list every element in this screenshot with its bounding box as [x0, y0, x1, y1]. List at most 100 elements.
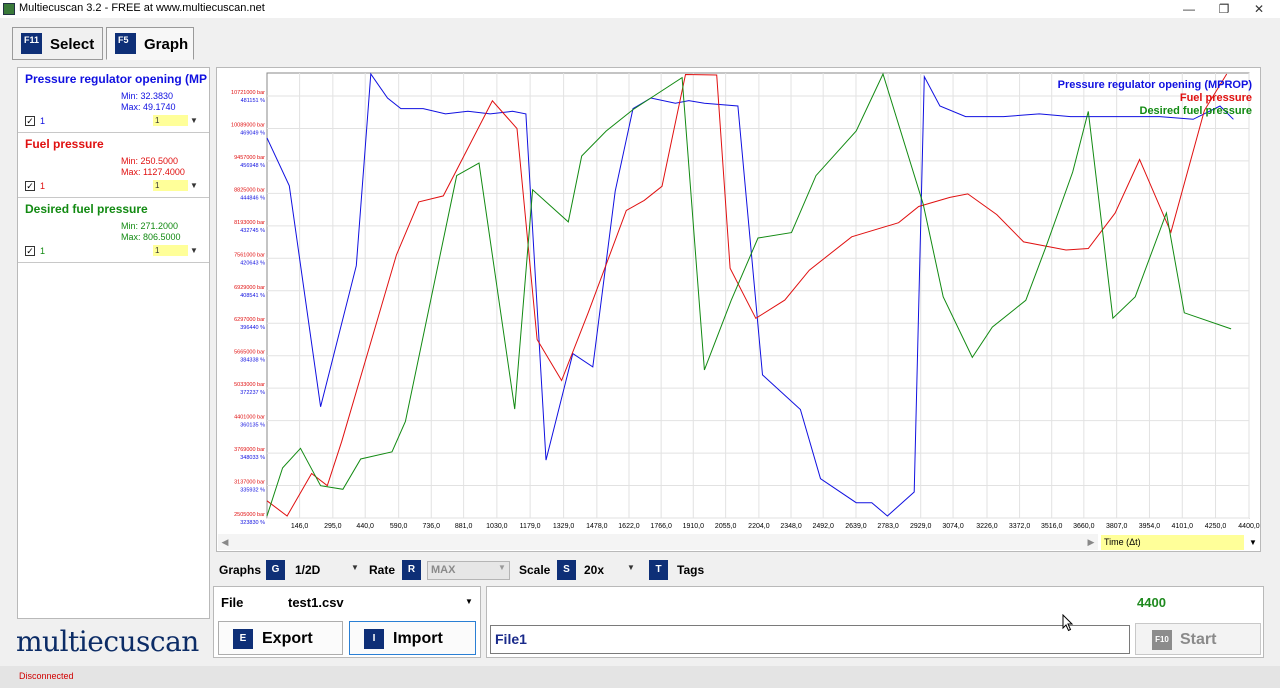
x-tick-label: 4250,0 [1205, 523, 1227, 530]
x-tick-label: 1478,0 [586, 523, 608, 530]
y-tick-label-mprop: 420643 % [240, 260, 265, 266]
x-tick-label: 3226,0 [976, 523, 998, 530]
x-tick-label: 3660,0 [1073, 523, 1095, 530]
x-tick-label: 146,0 [291, 523, 309, 530]
y-tick-label-fuel: 9457000 bar [234, 155, 265, 161]
chevron-down-icon[interactable]: ▼ [188, 245, 200, 256]
x-tick-label: 1910,0 [683, 523, 705, 530]
signal-checkbox[interactable]: ✓ [25, 181, 35, 191]
x-tick-label: 3074,0 [942, 523, 964, 530]
y-tick-label-mprop: 408541 % [240, 293, 265, 299]
x-tick-label: 881,0 [455, 523, 473, 530]
scale-key: S [557, 560, 576, 580]
scroll-left-icon[interactable]: ◀ [218, 534, 232, 550]
import-button[interactable]: I Import [349, 621, 476, 655]
close-button[interactable]: ✕ [1236, 0, 1280, 18]
y-tick-label-mprop: 384338 % [240, 358, 265, 364]
y-tick-label-fuel: 10721000 bar [231, 90, 265, 96]
tab-select[interactable]: F11 Select [12, 27, 103, 60]
signal-scale-select[interactable]: 1 [153, 115, 188, 126]
y-tick-label-fuel: 5033000 bar [234, 382, 265, 388]
x-tick-label: 590,0 [390, 523, 408, 530]
signal-index: 1 [40, 116, 46, 126]
chevron-down-icon[interactable]: ▼ [351, 563, 359, 572]
file-panel: File test1.csv ▼ E Export I Import [213, 586, 481, 658]
y-tick-label-fuel: 4401000 bar [234, 415, 265, 421]
signal-scale-select[interactable]: 1 [153, 180, 188, 191]
chevron-down-icon[interactable]: ▼ [465, 597, 473, 606]
line-chart: 146,0 295,0 440,0 590,0 736,0 881,0 1030,0 1179… [231, 72, 1260, 530]
chevron-down-icon[interactable]: ▼ [627, 563, 635, 572]
y-tick-label-mprop: 481151 % [241, 98, 265, 104]
y-tick-label-fuel: 3769000 bar [234, 447, 265, 453]
signal-item-fuel-pressure[interactable]: Fuel pressure Min: 250.5000 Max: 1127.40… [18, 133, 209, 198]
export-button[interactable]: E Export [218, 621, 343, 655]
horizontal-scrollbar[interactable]: ◀ ▶ [218, 534, 1098, 550]
export-label: Export [262, 630, 313, 647]
signal-checkbox[interactable]: ✓ [25, 246, 35, 256]
y-tick-label-fuel: 6297000 bar [234, 317, 265, 323]
y-tick-label-mprop: 396440 % [240, 325, 265, 331]
signal-index: 1 [40, 246, 46, 256]
rate-key: R [402, 560, 421, 580]
y-tick-label-fuel: 8193000 bar [234, 220, 265, 226]
x-tick-label: 4101,0 [1172, 523, 1194, 530]
signal-checkbox[interactable]: ✓ [25, 116, 35, 126]
graph-panel[interactable]: 146,0 295,0 440,0 590,0 736,0 881,0 1030,0 1179… [216, 67, 1261, 552]
x-tick-label: 440,0 [356, 523, 374, 530]
scale-label: Scale [519, 563, 551, 577]
x-tick-label: 2929,0 [910, 523, 932, 530]
file-name-field[interactable]: File1 [490, 625, 1130, 654]
tab-select-key: F11 [21, 33, 42, 54]
start-button[interactable]: F10 Start [1135, 623, 1261, 655]
tab-select-label: Select [50, 36, 95, 53]
tags-button[interactable]: Tags [677, 563, 704, 577]
x-tick-label: 2783,0 [877, 523, 899, 530]
y-tick-label-fuel: 6929000 bar [234, 285, 265, 291]
graphs-select[interactable]: 1/2D [295, 563, 320, 577]
y-tick-label-mprop: 335932 % [240, 488, 265, 494]
graphs-label: Graphs [219, 563, 262, 577]
window-title: Multiecuscan 3.2 - FREE at www.multiecus… [19, 2, 265, 14]
y-tick-label-fuel: 5665000 bar [234, 350, 265, 356]
app-window: Multiecuscan 3.2 - FREE at www.multiecus… [0, 0, 1280, 688]
import-key: I [364, 629, 384, 649]
scroll-right-icon[interactable]: ▶ [1084, 534, 1098, 550]
x-tick-label: 3807,0 [1106, 523, 1128, 530]
y-tick-label-mprop: 469049 % [240, 130, 265, 136]
signal-item-desired-fuel-pressure[interactable]: Desired fuel pressure Min: 271.2000 Max:… [18, 198, 209, 263]
x-axis-select[interactable]: Time (Δt) [1101, 535, 1244, 550]
y-tick-label-mprop: 456948 % [240, 163, 265, 169]
legend-mprop: Pressure regulator opening (MPROP) [1057, 79, 1252, 91]
x-tick-label: 1329,0 [553, 523, 575, 530]
legend-desired-fuel-pressure: Desired fuel pressure [1139, 105, 1253, 117]
scale-select[interactable]: 20x [584, 563, 604, 577]
signal-max: Max: 1127.4000 [121, 167, 185, 177]
y-tick-label-fuel: 2505000 bar [234, 512, 265, 518]
x-tick-label: 4400,0 [1238, 523, 1260, 530]
x-tick-label: 1179,0 [520, 523, 541, 530]
log-panel: 4400 File1 F10 Start [486, 586, 1264, 658]
y-tick-label-mprop: 432745 % [240, 228, 265, 234]
chevron-down-icon[interactable]: ▼ [1247, 535, 1259, 550]
x-tick-label: 2348,0 [780, 523, 802, 530]
file-select[interactable]: test1.csv [288, 595, 344, 610]
y-tick-label-fuel: 8825000 bar [234, 187, 265, 193]
tab-graph[interactable]: F5 Graph [106, 27, 194, 60]
chevron-down-icon[interactable]: ▼ [188, 180, 200, 191]
y-tick-label-mprop: 360135 % [240, 423, 265, 429]
sample-counter: 4400 [1137, 595, 1166, 610]
signal-scale-select[interactable]: 1 [153, 245, 188, 256]
x-tick-label: 2055,0 [715, 523, 737, 530]
chevron-down-icon[interactable]: ▼ [188, 115, 200, 126]
signal-item-mprop[interactable]: Pressure regulator opening (MP Min: 32.3… [18, 68, 209, 133]
connection-status: Disconnected [19, 671, 74, 681]
x-tick-label: 3954,0 [1139, 523, 1161, 530]
x-tick-label: 2204,0 [748, 523, 770, 530]
tab-graph-label: Graph [144, 36, 189, 53]
signal-name: Fuel pressure [25, 137, 104, 151]
signal-name: Pressure regulator opening (MP [25, 72, 208, 86]
multiecuscan-logo: multiecuscan [16, 625, 199, 658]
x-tick-label: 1766,0 [650, 523, 672, 530]
app-icon [3, 3, 15, 15]
